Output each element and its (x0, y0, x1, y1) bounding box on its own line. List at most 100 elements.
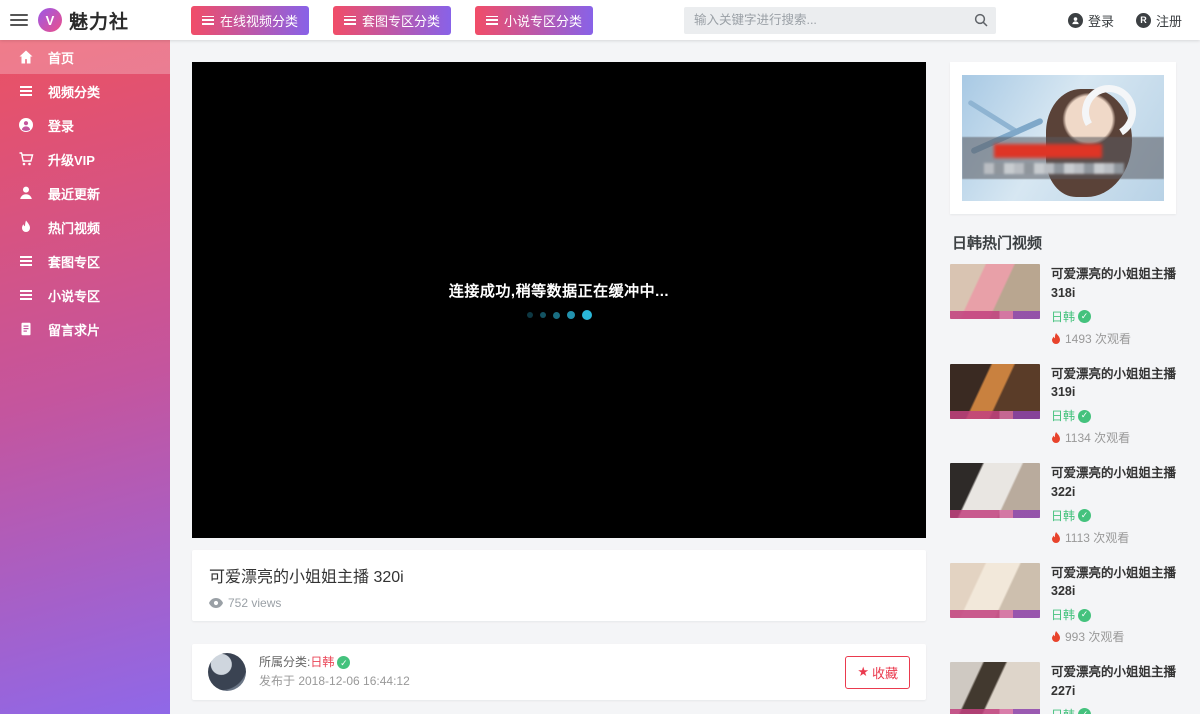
video-meta: 可爱漂亮的小姐姐主播 328i 日韩✓ 993 次观看 (1051, 563, 1176, 647)
related-video-row[interactable]: 可爱漂亮的小姐姐主播 318i 日韩✓ 1493 次观看 (950, 264, 1176, 348)
top-bar: V 魅力社 在线视频分类 套图专区分类 小说专区分类 (0, 0, 1200, 40)
star-icon (857, 664, 869, 680)
verified-check-icon: ✓ (1078, 708, 1091, 714)
info-lines: 所属分类:日韩✓ 发布于 2018-12-06 16:44:12 (259, 653, 410, 691)
left-sidebar: 首页 视频分类 登录 升级VIP 最近更新 热门视频 套图专区 小说专区 (0, 40, 170, 714)
related-video-views: 1113 次观看 (1051, 529, 1176, 547)
video-meta: 可爱漂亮的小姐姐主播 318i 日韩✓ 1493 次观看 (1051, 264, 1176, 348)
ad-image (962, 75, 1164, 201)
login-label: 登录 (1088, 11, 1114, 30)
related-video-category: 日韩✓ (1051, 308, 1176, 326)
nav-button-novel-categories[interactable]: 小说专区分类 (475, 6, 593, 35)
sidebar-item-label: 热门视频 (48, 218, 100, 237)
video-meta: 可爱漂亮的小姐姐主播 319i 日韩✓ 1134 次观看 (1051, 364, 1176, 448)
search-input[interactable] (684, 13, 966, 27)
sidebar-item-label: 留言求片 (48, 320, 100, 339)
views-line: 752 views (209, 596, 909, 610)
register-link[interactable]: R 注册 (1136, 11, 1182, 30)
verified-check-icon: ✓ (1078, 310, 1091, 323)
nav-button-video-categories[interactable]: 在线视频分类 (191, 6, 309, 35)
search-box (684, 7, 996, 34)
related-video-row[interactable]: 可爱漂亮的小姐姐主播 322i 日韩✓ 1113 次观看 (950, 463, 1176, 547)
related-video-title[interactable]: 可爱漂亮的小姐姐主播 319i (1051, 365, 1176, 403)
sidebar-item-hot-videos[interactable]: 热门视频 (0, 210, 170, 244)
related-video-views: 993 次观看 (1051, 628, 1176, 646)
nav-button-label: 小说专区分类 (504, 11, 582, 30)
video-title: 可爱漂亮的小姐姐主播 320i (209, 563, 909, 587)
flame-icon (1051, 333, 1061, 345)
player-status-text: 连接成功,稍等数据正在缓冲中... (449, 280, 669, 301)
related-video-row[interactable]: 可爱漂亮的小姐姐主播 328i 日韩✓ 993 次观看 (950, 563, 1176, 647)
sidebar-item-label: 视频分类 (48, 82, 100, 101)
video-player[interactable]: 连接成功,稍等数据正在缓冲中... (192, 62, 926, 538)
sidebar-item-upgrade-vip[interactable]: 升级VIP (0, 142, 170, 176)
video-info-card: 所属分类:日韩✓ 发布于 2018-12-06 16:44:12 收藏 (192, 644, 926, 700)
register-label: 注册 (1156, 11, 1182, 30)
related-video-views: 1493 次观看 (1051, 330, 1176, 348)
uploader-avatar[interactable] (208, 653, 246, 691)
video-meta: 可爱漂亮的小姐姐主播 322i 日韩✓ 1113 次观看 (1051, 463, 1176, 547)
sidebar-item-login[interactable]: 登录 (0, 108, 170, 142)
sidebar-item-novel-zone[interactable]: 小说专区 (0, 278, 170, 312)
loading-dots (527, 310, 592, 320)
flame-icon (1051, 532, 1061, 544)
related-video-title[interactable]: 可爱漂亮的小姐姐主播 227i (1051, 663, 1176, 701)
related-video-row[interactable]: 可爱漂亮的小姐姐主播 227i 日韩✓ 957 次观看 (950, 662, 1176, 714)
nav-button-gallery-categories[interactable]: 套图专区分类 (333, 6, 451, 35)
video-thumbnail[interactable] (950, 463, 1040, 518)
sidebar-item-label: 最近更新 (48, 184, 100, 203)
ad-text-overlay (962, 137, 1164, 179)
video-thumbnail[interactable] (950, 662, 1040, 714)
sidebar-item-home[interactable]: 首页 (0, 40, 170, 74)
list-icon (344, 16, 356, 25)
video-thumbnail[interactable] (950, 563, 1040, 618)
cart-icon (18, 151, 34, 167)
search-icon[interactable] (966, 13, 996, 27)
sidebar-item-label: 套图专区 (48, 252, 100, 271)
category-link[interactable]: 日韩 (310, 655, 334, 669)
related-video-views: 1134 次观看 (1051, 429, 1176, 447)
eye-icon (209, 598, 223, 608)
hamburger-menu-icon[interactable] (10, 14, 28, 26)
category-label: 所属分类: (259, 655, 310, 669)
related-video-title[interactable]: 可爱漂亮的小姐姐主播 318i (1051, 265, 1176, 303)
video-meta: 可爱漂亮的小姐姐主播 227i 日韩✓ 957 次观看 (1051, 662, 1176, 714)
brand-logo[interactable]: V 魅力社 (38, 7, 129, 34)
related-video-row[interactable]: 可爱漂亮的小姐姐主播 319i 日韩✓ 1134 次观看 (950, 364, 1176, 448)
video-title-card: 可爱漂亮的小姐姐主播 320i 752 views (192, 550, 926, 621)
header-nav: 在线视频分类 套图专区分类 小说专区分类 (191, 6, 593, 35)
list-icon (486, 16, 498, 25)
brand-name: 魅力社 (69, 7, 129, 34)
file-icon (18, 321, 34, 337)
verified-check-icon: ✓ (1078, 509, 1091, 522)
related-video-title[interactable]: 可爱漂亮的小姐姐主播 322i (1051, 464, 1176, 502)
favorite-label: 收藏 (872, 663, 898, 682)
user-icon (1068, 13, 1083, 28)
video-thumbnail[interactable] (950, 364, 1040, 419)
verified-check-icon: ✓ (1078, 609, 1091, 622)
aside-section-title: 日韩热门视频 (952, 232, 1176, 253)
right-sidebar: 日韩热门视频 可爱漂亮的小姐姐主播 318i 日韩✓ 1493 次观看 可爱漂亮… (950, 62, 1176, 714)
flame-icon (1051, 432, 1061, 444)
list-icon (202, 16, 214, 25)
favorite-button[interactable]: 收藏 (845, 656, 910, 689)
page: V 魅力社 在线视频分类 套图专区分类 小说专区分类 (0, 0, 1200, 714)
ad-banner[interactable] (950, 62, 1176, 214)
sidebar-item-message-request[interactable]: 留言求片 (0, 312, 170, 346)
register-icon: R (1136, 13, 1151, 28)
main-content: 连接成功,稍等数据正在缓冲中... 可爱漂亮的小姐姐主播 320i 752 vi… (192, 62, 926, 714)
video-thumbnail[interactable] (950, 264, 1040, 319)
related-video-category: 日韩✓ (1051, 706, 1176, 714)
category-line: 所属分类:日韩✓ (259, 653, 410, 672)
flame-icon (18, 219, 34, 235)
sidebar-item-gallery-zone[interactable]: 套图专区 (0, 244, 170, 278)
sidebar-item-recent-updates[interactable]: 最近更新 (0, 176, 170, 210)
home-icon (18, 49, 34, 65)
list-icon (18, 253, 34, 269)
nav-button-label: 在线视频分类 (220, 11, 298, 30)
verified-check-icon: ✓ (337, 656, 350, 669)
related-video-title[interactable]: 可爱漂亮的小姐姐主播 328i (1051, 564, 1176, 602)
sidebar-item-label: 首页 (48, 48, 74, 67)
sidebar-item-video-categories[interactable]: 视频分类 (0, 74, 170, 108)
login-link[interactable]: 登录 (1068, 11, 1114, 30)
